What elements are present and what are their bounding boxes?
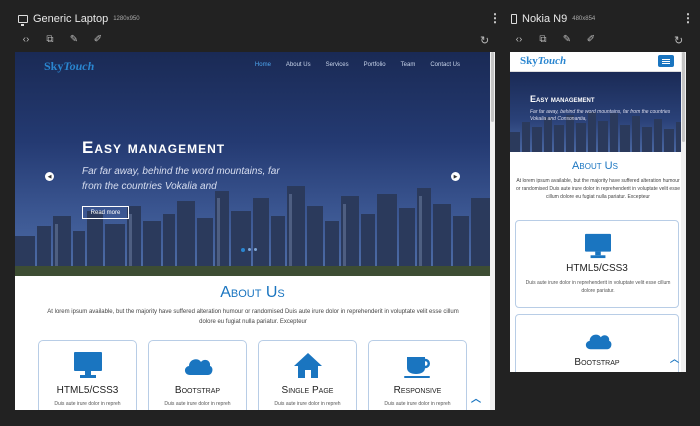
scroll-to-top-icon[interactable]: ︿ xyxy=(471,390,481,405)
mobile-menu-icon[interactable]: ⋮ xyxy=(682,12,694,24)
nav-item-contact[interactable]: Contact Us xyxy=(430,62,460,68)
mobile-viewport: SkyTouch Easy management Far far away, b… xyxy=(510,52,686,372)
mobile-toolbar: ‹› ⧉ ✎ ✐ xyxy=(513,34,597,45)
hero-banner: SkyTouch Home About Us Services Portfoli… xyxy=(15,52,490,276)
laptop-device-name: Generic Laptop xyxy=(33,13,109,25)
cloud-icon xyxy=(184,359,213,375)
cloud-icon xyxy=(585,334,612,350)
code-icon[interactable]: ‹› xyxy=(513,34,525,45)
mobile-about-text: At lorem ipsum available, but the majori… xyxy=(516,178,680,200)
hamburger-menu-icon[interactable] xyxy=(658,55,674,67)
carousel-dot[interactable] xyxy=(254,248,257,251)
site-logo[interactable]: SkyTouch xyxy=(44,59,94,74)
carousel-dot[interactable] xyxy=(248,248,251,251)
feature-card[interactable]: Bootstrap Duis aute irure dolor in repre… xyxy=(148,340,247,410)
card-title: HTML5/CSS3 xyxy=(566,263,628,274)
hero-subtitle: Far far away, behind the word mountains,… xyxy=(82,166,280,192)
card-title: HTML5/CSS3 xyxy=(56,385,119,396)
card-desc: Duis aute irure dolor in repreh xyxy=(274,401,341,407)
card-title: Bootstrap xyxy=(174,385,221,396)
card-title: Bootstrap xyxy=(574,357,620,368)
card-desc: Duis aute irure dolor in repreh xyxy=(54,401,121,407)
code-icon[interactable]: ‹› xyxy=(20,34,32,45)
mobile-navbar: SkyTouch xyxy=(510,52,686,72)
card-title: Responsive xyxy=(393,385,442,396)
nav-item-about[interactable]: About Us xyxy=(286,62,311,68)
edit-icon[interactable]: ✐ xyxy=(585,34,597,45)
carousel-dot[interactable] xyxy=(241,247,245,252)
scrollbar-thumb[interactable] xyxy=(491,52,494,122)
laptop-device-header: Generic Laptop 1280x950 xyxy=(18,8,140,30)
feature-card[interactable]: Responsive Duis aute irure dolor in repr… xyxy=(368,340,467,410)
card-desc: Duis aute irure dolor in repreh xyxy=(384,401,451,407)
screenshot-icon[interactable]: ⧉ xyxy=(44,34,56,45)
site-nav: Home About Us Services Portfolio Team Co… xyxy=(255,62,460,68)
mobile-rotate-icon[interactable]: ↻ xyxy=(674,34,683,47)
feature-card[interactable]: HTML5/CSS3 Duis aute irure dolor in repr… xyxy=(515,220,679,308)
monitor-icon xyxy=(585,233,611,259)
laptop-rotate-icon[interactable]: ↻ xyxy=(480,34,489,47)
card-desc: Duis aute irure dolor in reprehenderit i… xyxy=(525,280,671,294)
coffee-cup-icon xyxy=(404,357,430,378)
phone-icon xyxy=(511,14,517,24)
home-icon xyxy=(294,353,322,378)
mobile-device-name: Nokia N9 xyxy=(522,13,568,25)
responsive-viewer: Generic Laptop 1280x950 ⋮ ‹› ⧉ ✎ ✐ ↻ Nok… xyxy=(0,0,700,426)
nav-item-portfolio[interactable]: Portfolio xyxy=(364,62,386,68)
screenshot-icon[interactable]: ⧉ xyxy=(537,34,549,45)
mobile-device-dims: 480x854 xyxy=(572,16,596,22)
nav-item-team[interactable]: Team xyxy=(401,62,416,68)
card-desc: Duis aute irure dolor in repreh xyxy=(164,401,231,407)
nav-item-services[interactable]: Services xyxy=(326,62,349,68)
mobile-device-header: Nokia N9 480x854 xyxy=(511,8,595,30)
edit-icon[interactable]: ✐ xyxy=(92,34,104,45)
carousel-indicators xyxy=(241,247,257,252)
mobile-scrollbar[interactable] xyxy=(681,52,686,372)
carousel-prev-icon[interactable]: ◀ xyxy=(45,172,54,181)
monitor-icon xyxy=(74,352,102,378)
mobile-about-title: About Us xyxy=(572,160,618,172)
inspect-icon[interactable]: ✎ xyxy=(561,34,573,45)
mobile-hero-title: Easy management xyxy=(530,94,595,104)
nav-item-home[interactable]: Home xyxy=(255,62,271,68)
hero-title: Easy management xyxy=(82,138,226,157)
mobile-hero-banner: Easy management Far far away, behind the… xyxy=(510,72,686,152)
inspect-icon[interactable]: ✎ xyxy=(68,34,80,45)
about-text: At lorem ipsum available, but the majori… xyxy=(47,309,459,325)
feature-card[interactable]: HTML5/CSS3 Duis aute irure dolor in repr… xyxy=(38,340,137,410)
scrollbar-thumb[interactable] xyxy=(682,52,685,142)
card-title: Single Page xyxy=(281,385,334,396)
laptop-toolbar: ‹› ⧉ ✎ ✐ xyxy=(20,34,104,45)
laptop-viewport: SkyTouch Home About Us Services Portfoli… xyxy=(15,52,495,410)
mobile-hero-subtitle: Far far away, behind the word mountains,… xyxy=(530,109,671,122)
laptop-device-dims: 1280x950 xyxy=(113,16,140,22)
laptop-scrollbar[interactable] xyxy=(490,52,495,410)
feature-card[interactable]: Bootstrap xyxy=(515,314,679,372)
laptop-menu-icon[interactable]: ⋮ xyxy=(489,12,501,24)
about-title: About Us xyxy=(220,284,285,301)
carousel-next-icon[interactable]: ▶ xyxy=(451,172,460,181)
feature-card[interactable]: Single Page Duis aute irure dolor in rep… xyxy=(258,340,357,410)
site-logo[interactable]: SkyTouch xyxy=(520,55,566,67)
read-more-button[interactable]: Read more xyxy=(82,206,129,219)
monitor-icon xyxy=(18,15,28,26)
scroll-to-top-icon[interactable]: ︿ xyxy=(670,352,679,365)
